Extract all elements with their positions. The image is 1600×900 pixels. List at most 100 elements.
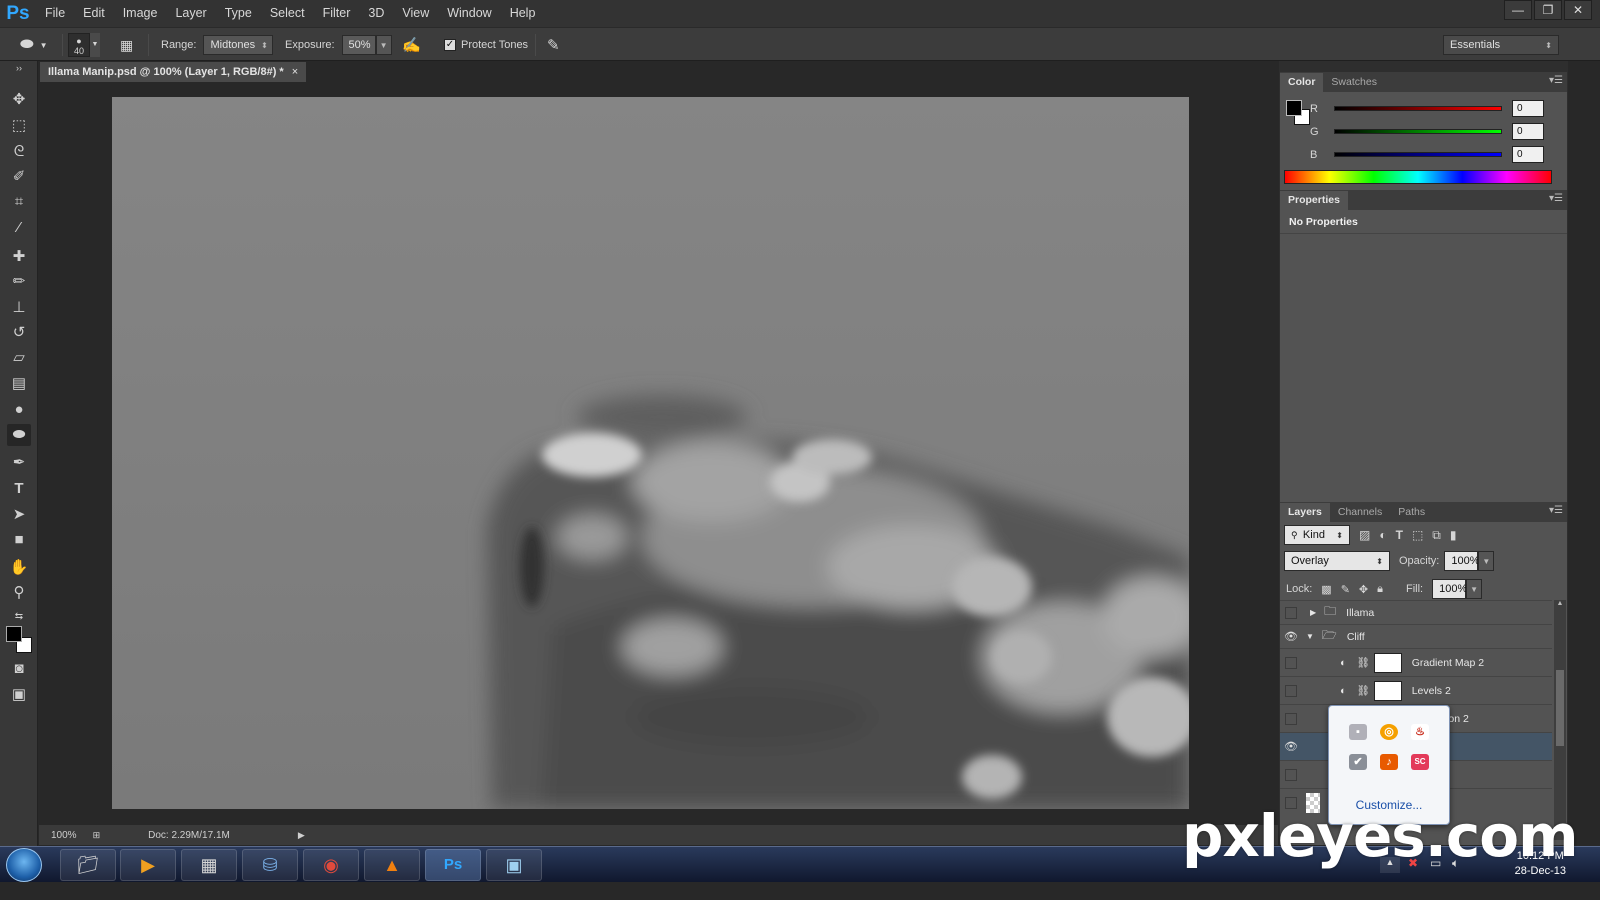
pressure-size-toggle[interactable]: ✎ (547, 28, 560, 62)
minimize-button[interactable]: — (1504, 0, 1532, 20)
scroll-up-icon[interactable]: ▲ (1554, 600, 1566, 607)
filter-toggle-icon[interactable]: ▮ (1450, 528, 1457, 542)
collapse-icon[interactable]: ›› (7, 63, 31, 73)
close-button[interactable]: ✕ (1564, 0, 1592, 20)
avast-icon[interactable]: ◎ (1380, 724, 1398, 740)
lock-all-icon[interactable]: 🔒︎ (1377, 583, 1383, 596)
eraser-tool-icon[interactable]: ▱ (7, 347, 31, 369)
screen-mode-icon[interactable]: ▣ (7, 684, 31, 706)
photo-viewer-icon[interactable]: ▣ (486, 849, 542, 881)
swap-colors-icon[interactable]: ⇆ (7, 606, 31, 628)
visibility-toggle[interactable] (1285, 684, 1297, 697)
lock-transparent-icon[interactable]: ▩ (1321, 583, 1331, 596)
panel-menu-icon[interactable]: ▾☰ (1549, 193, 1563, 204)
color-swatches[interactable] (6, 626, 32, 654)
quick-mask-icon[interactable]: ◙ (7, 658, 31, 680)
foreground-color-swatch[interactable] (6, 626, 22, 642)
start-button[interactable] (6, 848, 42, 882)
type-tool-icon[interactable]: T (7, 478, 31, 500)
path-selection-tool-icon[interactable]: ➤ (7, 504, 31, 526)
tray-app-icon[interactable]: SC (1411, 754, 1429, 770)
range-select[interactable]: Midtones ⬍ (203, 35, 274, 55)
quick-selection-tool-icon[interactable]: ✐ (7, 166, 31, 188)
fill-input[interactable]: 100% (1432, 579, 1467, 599)
filter-smart-object-icon[interactable]: ⧉ (1432, 528, 1441, 543)
channel-g-input[interactable]: 0 (1512, 123, 1544, 140)
panel-menu-icon[interactable]: ▾☰ (1549, 75, 1563, 86)
zoom-level[interactable]: 100% (51, 830, 77, 841)
expand-arrow-icon[interactable]: ▶ (1310, 608, 1316, 617)
scroll-thumb[interactable] (1556, 670, 1564, 746)
tab-channels[interactable]: Channels (1330, 503, 1390, 522)
document-tab[interactable]: Illama Manip.psd @ 100% (Layer 1, RGB/8#… (40, 62, 307, 82)
app-icon[interactable]: ⛁ (242, 849, 298, 881)
blend-mode-select[interactable]: Overlay ⬍ (1284, 551, 1390, 571)
history-brush-tool-icon[interactable]: ↺ (7, 322, 31, 344)
sponge-tool-icon[interactable]: ⬬ (7, 424, 31, 446)
tab-layers[interactable]: Layers (1280, 503, 1330, 522)
menu-window[interactable]: Window (438, 0, 500, 27)
menu-view[interactable]: View (393, 0, 438, 27)
layer-mask-thumbnail[interactable] (1373, 652, 1402, 673)
calculator-icon[interactable]: ▦ (181, 849, 237, 881)
lock-image-icon[interactable]: ✎ (1341, 583, 1350, 596)
menu-type[interactable]: Type (216, 0, 261, 27)
lasso-tool-icon[interactable]: ᘓ (7, 141, 31, 163)
eyedropper-tool-icon[interactable]: ⁄ (7, 217, 31, 239)
close-tab-icon[interactable]: × (292, 62, 298, 82)
channel-g-slider[interactable] (1334, 129, 1502, 134)
tray-app-icon[interactable]: ♪ (1380, 754, 1398, 770)
java-icon[interactable]: ♨ (1411, 724, 1429, 740)
safely-remove-icon[interactable]: ✔ (1349, 754, 1367, 770)
eye-icon[interactable]: 👁︎ (1280, 630, 1302, 643)
channel-b-slider[interactable] (1334, 152, 1502, 157)
chrome-icon[interactable]: ◉ (303, 849, 359, 881)
opacity-dropdown[interactable]: ▼ (1478, 551, 1495, 571)
document-canvas[interactable] (112, 97, 1189, 809)
menu-edit[interactable]: Edit (74, 0, 114, 27)
rectangle-tool-icon[interactable]: ■ (7, 529, 31, 551)
filter-type-icon[interactable]: T (1396, 528, 1403, 542)
zoom-tool-icon[interactable]: ⚲ (7, 582, 31, 604)
layer-mask-thumbnail[interactable] (1373, 680, 1402, 701)
status-icon[interactable]: ⊞ (93, 830, 101, 841)
menu-file[interactable]: File (36, 0, 74, 27)
panel-menu-icon[interactable]: ▾☰ (1549, 505, 1563, 516)
menu-layer[interactable]: Layer (166, 0, 215, 27)
visibility-toggle[interactable] (1285, 712, 1297, 725)
layer-row-illama[interactable]: ▶ 🗀︎ Illama (1280, 600, 1552, 624)
move-tool-icon[interactable]: ✥ (7, 89, 31, 111)
tab-paths[interactable]: Paths (1390, 503, 1433, 522)
layer-filter-select[interactable]: ⚲ Kind ⬍ (1284, 525, 1350, 545)
status-menu-arrow-icon[interactable]: ▶ (298, 830, 305, 841)
lock-position-icon[interactable]: ✥ (1359, 583, 1368, 596)
tab-properties[interactable]: Properties (1280, 191, 1348, 210)
exposure-dropdown[interactable]: ▼ (375, 35, 392, 55)
layer-row-gradient-map-2[interactable]: ◐ ⛓︎ Gradient Map 2 (1280, 648, 1552, 676)
brush-size-picker[interactable]: ● 40 ▼ (68, 28, 100, 62)
explorer-icon[interactable]: 📁︎ (60, 849, 116, 881)
filter-pixel-icon[interactable]: ▨ (1359, 528, 1370, 542)
restore-button[interactable]: ❐ (1534, 0, 1562, 20)
visibility-toggle[interactable] (1285, 768, 1297, 781)
color-swatch-pair[interactable] (1286, 100, 1310, 126)
layer-row-cliff[interactable]: 👁︎ ▼ 🗁︎ Cliff (1280, 624, 1552, 648)
pen-tool-icon[interactable]: ✒ (7, 452, 31, 474)
gradient-tool-icon[interactable]: ▤ (7, 373, 31, 395)
collapse-arrow-icon[interactable]: ▼ (1306, 632, 1314, 641)
media-player-icon[interactable]: ▶ (120, 849, 176, 881)
blur-tool-icon[interactable]: ● (7, 399, 31, 421)
brush-tool-icon[interactable]: ✏ (7, 271, 31, 293)
hand-tool-icon[interactable]: ✋ (7, 557, 31, 579)
vlc-icon[interactable]: ▲ (364, 849, 420, 881)
menu-select[interactable]: Select (261, 0, 314, 27)
menu-filter[interactable]: Filter (314, 0, 360, 27)
tab-color[interactable]: Color (1280, 73, 1324, 92)
clone-stamp-tool-icon[interactable]: ⊥ (7, 297, 31, 319)
opacity-input[interactable]: 100% (1444, 551, 1480, 571)
exposure-input[interactable]: 50% (341, 35, 376, 55)
tool-preset-picker[interactable]: ⬬ ▼ (20, 28, 48, 62)
channel-b-input[interactable]: 0 (1512, 146, 1544, 163)
healing-brush-tool-icon[interactable]: ✚ (7, 246, 31, 268)
protect-tones-checkbox[interactable]: ✓ Protect Tones (444, 28, 528, 62)
